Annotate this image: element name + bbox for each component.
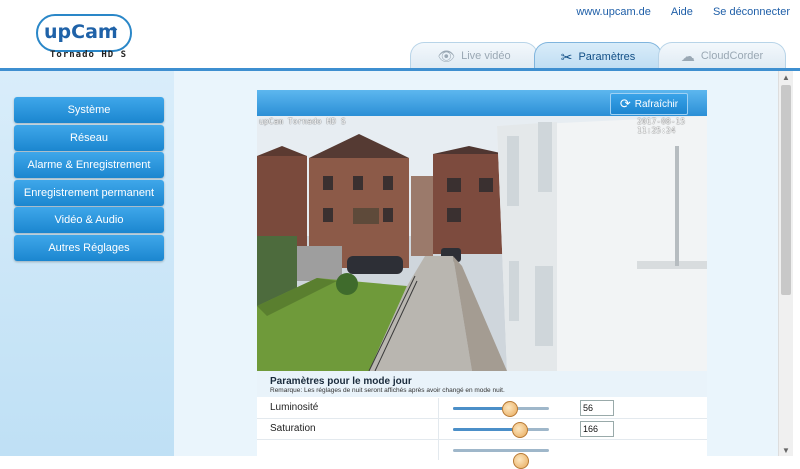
scroll-down-arrow-icon[interactable]: ▼ xyxy=(779,444,793,456)
sidebar-item-system[interactable]: Système xyxy=(14,97,164,123)
sidebar-item-label: Réseau xyxy=(70,131,108,144)
upload-arrow-icon: ⇡ xyxy=(108,24,120,40)
link-help[interactable]: Aide xyxy=(671,6,693,18)
column-divider xyxy=(438,398,439,418)
partial-slider[interactable] xyxy=(453,449,549,469)
saturation-input[interactable]: 166 xyxy=(580,421,614,437)
sidebar: Système Réseau Alarme & Enregistrement E… xyxy=(0,71,174,456)
slider-fill xyxy=(453,428,520,431)
osd-timestamp: 2017-08-15 11:25:24 xyxy=(637,117,686,135)
brightness-input[interactable]: 56 xyxy=(580,400,614,416)
osd-camera-name: upCam Tornado HD S xyxy=(259,117,346,126)
sidebar-item-label: Enregistrement permanent xyxy=(23,186,155,199)
tab-live-video[interactable]: 👁 Live vidéo xyxy=(410,42,538,69)
logo-text: upCam xyxy=(44,21,118,43)
settings-header: Paramètres pour le mode jour Remarque: L… xyxy=(257,371,707,397)
refresh-button[interactable]: ⟳ Rafraîchir xyxy=(610,93,688,115)
sidebar-item-alarm-recording[interactable]: Alarme & Enregistrement xyxy=(14,152,164,178)
column-divider xyxy=(438,419,439,439)
column-divider xyxy=(438,440,439,460)
sidebar-item-network[interactable]: Réseau xyxy=(14,124,164,151)
sidebar-item-label: Système xyxy=(67,104,111,116)
setting-row-brightness: Luminosité 56 xyxy=(257,398,707,419)
tab-label: CloudCorder xyxy=(700,50,764,62)
link-logout[interactable]: Se déconnecter xyxy=(713,6,790,18)
settings-menu: Système Réseau Alarme & Enregistrement E… xyxy=(14,97,164,262)
brightness-slider[interactable] xyxy=(453,401,549,417)
scroll-thumb[interactable] xyxy=(781,85,791,295)
slider-thumb[interactable] xyxy=(513,453,530,469)
sidebar-item-video-audio[interactable]: Vidéo & Audio xyxy=(14,207,164,233)
slider-fill xyxy=(453,407,509,410)
day-mode-settings: Paramètres pour le mode jour Remarque: L… xyxy=(257,371,707,469)
app-header: upCam ⇡ Tornado HD S www.upcam.de Aide S… xyxy=(0,0,800,71)
tab-cloudcorder[interactable]: ☁ CloudCorder xyxy=(658,42,786,69)
settings-title: Paramètres pour le mode jour xyxy=(270,376,412,387)
sidebar-item-label: Vidéo & Audio xyxy=(54,214,124,226)
page-scrollbar[interactable]: ▲ ▼ xyxy=(778,71,793,456)
tab-label: Live vidéo xyxy=(461,50,511,62)
camera-scene xyxy=(257,116,707,371)
scroll-up-arrow-icon[interactable]: ▲ xyxy=(779,71,793,83)
camera-image: upCam Tornado HD S 2017-08-15 11:25:24 xyxy=(257,116,707,371)
top-links: www.upcam.de Aide Se déconnecter xyxy=(576,6,790,18)
panel-toolbar: ⟳ Rafraîchir xyxy=(257,90,707,116)
sidebar-item-label: Alarme & Enregistrement xyxy=(27,159,151,171)
link-website[interactable]: www.upcam.de xyxy=(576,6,651,18)
upcam-logo[interactable]: upCam ⇡ Tornado HD S xyxy=(36,14,132,62)
slider-thumb[interactable] xyxy=(501,401,518,417)
tab-label: Paramètres xyxy=(578,51,636,63)
refresh-label: Rafraîchir xyxy=(634,98,679,110)
logo-model: Tornado HD S xyxy=(50,50,128,60)
sidebar-item-permanent-recording[interactable]: Enregistrement permanent xyxy=(14,179,164,206)
eye-icon: 👁 xyxy=(437,47,456,64)
tab-settings[interactable]: ✂ Paramètres xyxy=(534,42,662,71)
setting-row-partial xyxy=(257,440,707,469)
setting-row-saturation: Saturation 166 xyxy=(257,419,707,440)
refresh-icon: ⟳ xyxy=(619,96,631,111)
cloud-recorder-icon: ☁ xyxy=(680,47,695,64)
setting-label: Luminosité xyxy=(270,402,319,413)
slider-thumb[interactable] xyxy=(512,422,529,438)
saturation-slider[interactable] xyxy=(453,422,549,438)
sidebar-item-label: Autres Réglages xyxy=(48,241,130,254)
setting-label: Saturation xyxy=(270,423,316,434)
settings-note: Remarque: Les réglages de nuit seront af… xyxy=(270,387,505,394)
tools-icon: ✂ xyxy=(560,48,573,65)
sidebar-item-other-settings[interactable]: Autres Réglages xyxy=(14,234,164,261)
